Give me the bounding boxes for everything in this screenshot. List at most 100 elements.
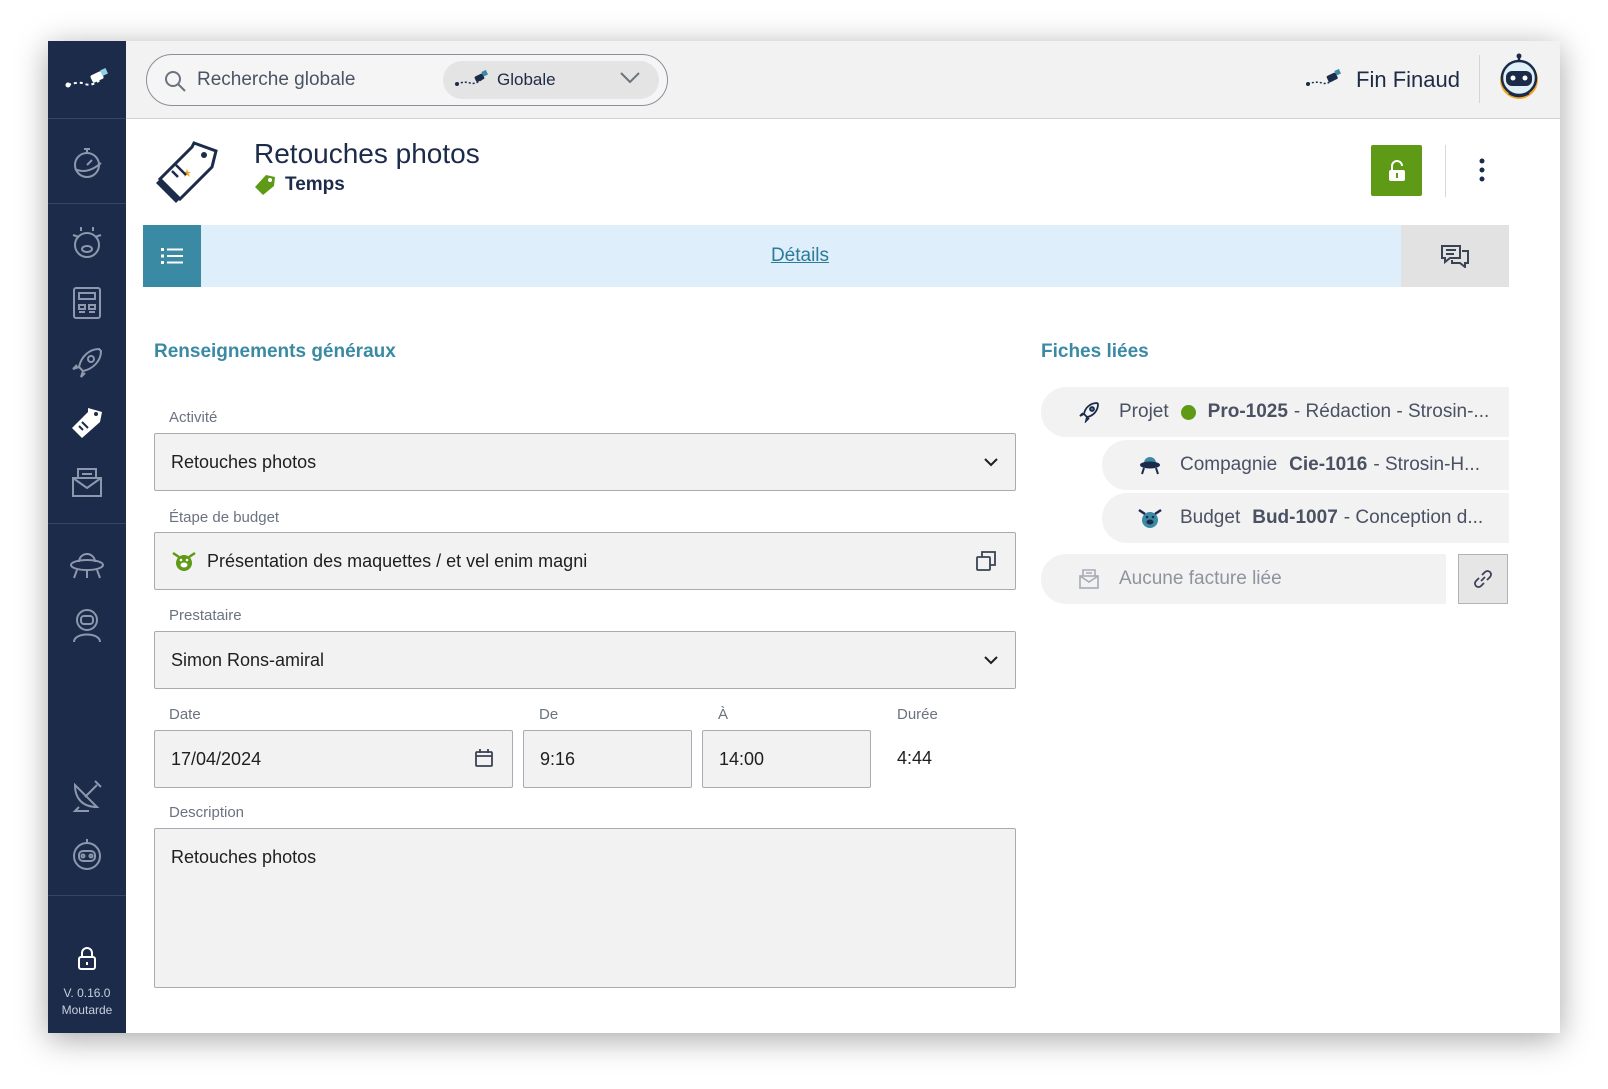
more-options-button[interactable] <box>1466 149 1498 191</box>
budget-step-field[interactable]: Présentation des maquettes / et vel enim… <box>154 532 1016 590</box>
sidebar-lock[interactable] <box>48 941 126 977</box>
stopwatch-icon <box>74 148 102 178</box>
from-time-field[interactable]: 9:16 <box>523 730 692 788</box>
linked-budget-name: - Conception d... <box>1343 507 1484 528</box>
time-tag-icon <box>72 408 102 438</box>
description-textarea[interactable]: Retouches photos <box>154 828 1016 988</box>
sidebar: V. 0.16.0 Moutarde <box>48 41 126 1033</box>
linked-project-code: Pro-1025 <box>1207 401 1288 422</box>
budget-step-value: Présentation des maquettes / et vel enim… <box>207 550 588 571</box>
linked-company-card[interactable]: Compagnie Cie-1016 - Strosin-H... <box>1102 440 1509 490</box>
list-icon <box>161 248 183 264</box>
lock-icon <box>78 947 96 970</box>
sidebar-item-calculator[interactable] <box>48 273 126 333</box>
from-label: De <box>539 706 559 723</box>
page-type: Temps <box>254 174 345 196</box>
status-indicator <box>1180 404 1196 420</box>
date-value: 17/04/2024 <box>171 748 262 769</box>
sidebar-item-piggy[interactable] <box>48 213 126 273</box>
linked-company-code: Cie-1016 <box>1289 454 1368 475</box>
piggy-icon <box>1136 506 1164 530</box>
unlock-button[interactable] <box>1371 145 1422 196</box>
linked-budget-code: Bud-1007 <box>1252 507 1338 528</box>
version-codename: Moutarde <box>61 1003 113 1017</box>
unlock-icon <box>1388 159 1405 181</box>
version-number: V. 0.16.0 <box>63 986 111 1000</box>
calendar-icon <box>475 749 493 767</box>
astronaut-icon <box>73 609 101 643</box>
sidebar-divider <box>48 895 126 896</box>
budget-step-label: Étape de budget <box>169 509 280 526</box>
linked-project-type: Projet <box>1119 401 1169 422</box>
provider-value: Simon Rons-amiral <box>171 649 325 670</box>
linked-project-card[interactable]: Projet Pro-1025 - Rédaction - Strosin-..… <box>1041 387 1509 437</box>
sidebar-item-time-tag[interactable] <box>48 393 126 453</box>
piggy-icon <box>72 227 102 258</box>
tabs-bar: Détails <box>143 225 1509 287</box>
avatar[interactable] <box>1494 53 1544 103</box>
linked-records-title: Fiches liées <box>1041 341 1149 362</box>
sidebar-item-rocket[interactable] <box>48 333 126 393</box>
rocket-icon <box>1075 401 1103 423</box>
linked-budget-card[interactable]: Budget Bud-1007 - Conception d... <box>1102 493 1509 543</box>
linked-project-name: - Rédaction - Strosin-... <box>1293 401 1490 422</box>
chevron-down-icon <box>620 72 640 84</box>
global-search: Globale <box>146 54 668 106</box>
sidebar-item-invoice[interactable] <box>48 453 126 513</box>
to-time-value: 14:00 <box>719 748 765 769</box>
duration-label: Durée <box>897 706 938 723</box>
link-icon <box>1474 570 1492 588</box>
satellite-dish-icon <box>72 780 102 812</box>
tab-comments[interactable] <box>1401 225 1509 287</box>
rocket-icon <box>72 347 103 378</box>
invoice-icon <box>72 468 102 497</box>
provider-label: Prestataire <box>169 607 242 624</box>
date-field[interactable]: 17/04/2024 <box>154 730 513 788</box>
to-time-field[interactable]: 14:00 <box>702 730 871 788</box>
invoice-icon <box>1075 568 1103 590</box>
tab-details[interactable]: Détails <box>201 225 1399 287</box>
provider-select[interactable]: Simon Rons-amiral <box>154 631 1016 689</box>
sidebar-item-robot[interactable] <box>48 825 126 885</box>
linked-budget-type: Budget <box>1180 507 1241 528</box>
ufo-icon <box>1136 454 1164 476</box>
search-icon <box>165 71 186 92</box>
linked-company-type: Compagnie <box>1180 454 1278 475</box>
no-invoice-text: Aucune facture liée <box>1119 568 1282 589</box>
calculator-icon <box>73 287 101 319</box>
activity-select[interactable]: Retouches photos <box>154 433 1016 491</box>
title-divider <box>1445 145 1446 197</box>
satellite-icon <box>455 70 488 86</box>
sidebar-divider <box>48 203 126 204</box>
from-time-value: 9:16 <box>540 748 576 769</box>
activity-label: Activité <box>169 409 218 426</box>
header-divider <box>1479 55 1480 103</box>
version-info: V. 0.16.0 Moutarde <box>48 985 126 1019</box>
ufo-icon <box>70 553 104 579</box>
comments-icon <box>1441 245 1469 268</box>
tag-icon <box>255 175 275 195</box>
linked-company-name: - Strosin-H... <box>1373 454 1480 475</box>
duration-value: 4:44 <box>897 748 933 768</box>
tab-list-view[interactable] <box>143 225 201 287</box>
piggy-icon <box>172 551 196 571</box>
sidebar-item-stopwatch[interactable] <box>48 133 126 193</box>
user-info[interactable]: Fin Finaud <box>1306 61 1460 99</box>
search-scope-select[interactable]: Globale <box>443 61 659 99</box>
user-name: Fin Finaud <box>1356 67 1460 92</box>
app-logo[interactable] <box>48 41 126 119</box>
topbar: Globale Fin Finaud <box>126 41 1560 119</box>
sidebar-item-ufo[interactable] <box>48 535 126 595</box>
date-label: Date <box>169 706 201 723</box>
robot-avatar-icon <box>1500 53 1538 99</box>
sidebar-item-astronaut[interactable] <box>48 595 126 655</box>
link-invoice-button[interactable] <box>1458 554 1508 604</box>
sidebar-item-satellite[interactable] <box>48 765 126 825</box>
search-input[interactable] <box>197 65 427 95</box>
general-info-title: Renseignements généraux <box>154 341 396 362</box>
app-window: V. 0.16.0 Moutarde Globale <box>48 41 1560 1033</box>
activity-value: Retouches photos <box>171 451 317 472</box>
satellite-icon <box>1306 69 1342 86</box>
to-label: À <box>718 706 729 723</box>
page-title: Retouches photos <box>254 138 480 169</box>
